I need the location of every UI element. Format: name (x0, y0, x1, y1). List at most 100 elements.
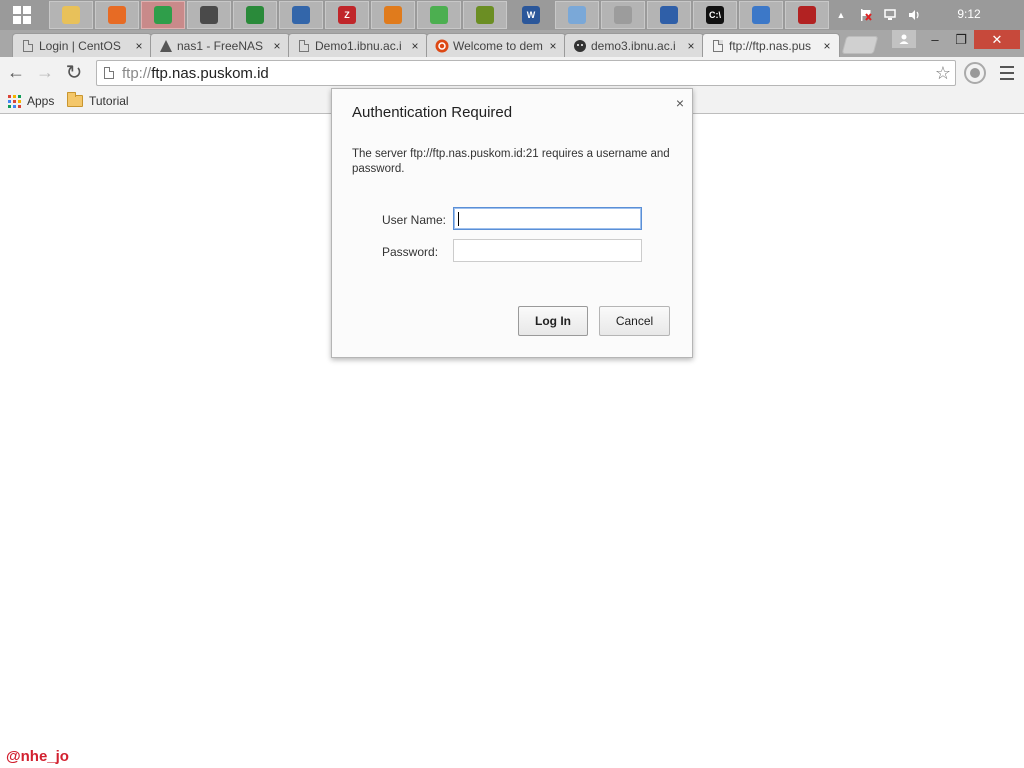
text-caret (458, 212, 459, 226)
page-icon (104, 67, 114, 79)
taskbar-app-app-13[interactable] (601, 1, 645, 29)
browser-tab[interactable]: Welcome to dem × (426, 33, 566, 57)
dialog-title: Authentication Required (352, 104, 513, 121)
tab-close-icon[interactable]: × (685, 39, 697, 53)
window-restore-button[interactable]: ❐ (948, 30, 974, 49)
tab-close-icon[interactable]: × (271, 39, 283, 53)
reload-button[interactable]: ↻ (62, 60, 86, 84)
profile-button[interactable] (892, 30, 916, 48)
app-icon (798, 6, 816, 24)
browser-tab[interactable]: Login | CentOS × (12, 33, 152, 57)
network-status-icon[interactable] (880, 0, 900, 30)
taskbar-app-file-explorer[interactable] (49, 1, 93, 29)
tray-chevron-up-icon[interactable]: ▲ (832, 0, 850, 30)
taskbar-clock[interactable]: 9:12 (944, 0, 994, 30)
firefox-icon (108, 6, 126, 24)
taskbar-app-remote-desktop[interactable] (647, 1, 691, 29)
volume-icon[interactable] (904, 0, 924, 30)
browser-tab-title: ftp://ftp.nas.pus (729, 38, 812, 53)
taskbar-app-word[interactable]: W (509, 1, 553, 29)
browser-tab[interactable]: Demo1.ibnu.ac.i × (288, 33, 428, 57)
app-icon (614, 6, 632, 24)
address-bar[interactable]: ftp://ftp.nas.puskom.id ☆ (96, 60, 956, 86)
app-icon (476, 6, 494, 24)
username-field[interactable] (453, 207, 642, 230)
tab-close-icon[interactable]: × (547, 39, 559, 53)
page-icon (297, 39, 311, 53)
taskbar-app-chrome[interactable] (141, 1, 185, 29)
tab-close-icon[interactable]: × (409, 39, 421, 53)
apps-grid-icon (8, 94, 21, 108)
page-icon (21, 39, 35, 53)
tab-close-icon[interactable]: × (133, 39, 145, 53)
forward-button[interactable]: → (33, 60, 57, 84)
username-label: User Name: (382, 213, 447, 227)
bookmark-tutorial-label: Tutorial (89, 94, 129, 108)
bookmark-apps-label: Apps (27, 94, 55, 108)
taskbar-app-app-8[interactable] (371, 1, 415, 29)
extension-icon[interactable] (964, 62, 986, 84)
remote-desktop-icon (660, 6, 678, 24)
taskbar-app-app-10[interactable] (463, 1, 507, 29)
watermark-text: @nhe_jo (6, 748, 69, 765)
action-center-flag-icon[interactable] (856, 0, 876, 30)
chrome-icon (154, 6, 172, 24)
password-field[interactable] (453, 239, 642, 262)
bookmark-apps[interactable]: Apps (8, 92, 54, 110)
taskbar-app-command-prompt[interactable]: C:\ (693, 1, 737, 29)
folder-icon (67, 92, 83, 107)
window-close-button[interactable]: ✕ (974, 30, 1020, 49)
app-icon (246, 6, 264, 24)
browser-tab-title: Welcome to dem (453, 38, 543, 53)
browser-tab[interactable]: ftp://ftp.nas.pus × (702, 33, 840, 57)
dialog-message: The server ftp://ftp.nas.puskom.id:21 re… (352, 148, 670, 175)
browser-tab-title: Demo1.ibnu.ac.i (315, 38, 402, 53)
freenas-shark-icon (159, 39, 173, 53)
window-minimize-button[interactable]: – (922, 30, 948, 49)
tab-close-icon[interactable]: × (821, 39, 833, 53)
browser-tab[interactable]: nas1 - FreeNAS × (150, 33, 290, 57)
windows-taskbar: Z W C:\ ▲ 9:12 (0, 0, 1024, 30)
browser-tab-title: nas1 - FreeNAS (177, 38, 264, 53)
word-icon: W (522, 6, 540, 24)
windows-logo-icon (13, 6, 31, 24)
authentication-dialog: Authentication Required × The server ftp… (331, 88, 693, 358)
browser-menu-button[interactable] (998, 64, 1016, 82)
browser-tab-strip: Login | CentOS × nas1 - FreeNAS × Demo1.ibnu… (0, 30, 1024, 57)
taskbar-app-paint[interactable] (555, 1, 599, 29)
taskbar-app-app-16[interactable] (739, 1, 783, 29)
github-cat-icon (573, 39, 587, 53)
cancel-button[interactable]: Cancel (599, 306, 670, 336)
back-button[interactable]: ← (4, 60, 28, 84)
app-icon (752, 6, 770, 24)
app-icon (384, 6, 402, 24)
bookmark-tutorial[interactable]: Tutorial (67, 92, 129, 110)
taskbar-app-firefox[interactable] (95, 1, 139, 29)
taskbar-app-virtualbox[interactable] (279, 1, 323, 29)
browser-toolbar: ← → ↻ ftp://ftp.nas.puskom.id ☆ (0, 57, 1024, 88)
filezilla-icon: Z (338, 6, 356, 24)
dialog-close-icon[interactable]: × (676, 95, 684, 111)
taskbar-app-network-tool[interactable] (187, 1, 231, 29)
browser-tab-title: demo3.ibnu.ac.i (591, 38, 676, 53)
browser-tab[interactable]: demo3.ibnu.ac.i × (564, 33, 704, 57)
taskbar-app-app-9[interactable] (417, 1, 461, 29)
virtualbox-icon (292, 6, 310, 24)
bookmark-star-icon[interactable]: ☆ (935, 63, 951, 84)
login-button[interactable]: Log In (518, 306, 588, 336)
password-label: Password: (382, 245, 439, 259)
start-button[interactable] (0, 0, 44, 30)
taskbar-app-app-5[interactable] (233, 1, 277, 29)
new-tab-button[interactable] (841, 36, 879, 54)
url-text[interactable]: ftp://ftp.nas.puskom.id (122, 65, 269, 82)
network-icon (200, 6, 218, 24)
person-icon (899, 34, 909, 44)
ubuntu-logo-icon (435, 39, 449, 53)
taskbar-app-app-17[interactable] (785, 1, 829, 29)
folder-icon (62, 6, 80, 24)
terminal-icon: C:\ (706, 6, 724, 24)
taskbar-app-filezilla[interactable]: Z (325, 1, 369, 29)
page-icon (711, 39, 725, 53)
browser-tab-title: Login | CentOS (39, 38, 121, 53)
app-icon (430, 6, 448, 24)
